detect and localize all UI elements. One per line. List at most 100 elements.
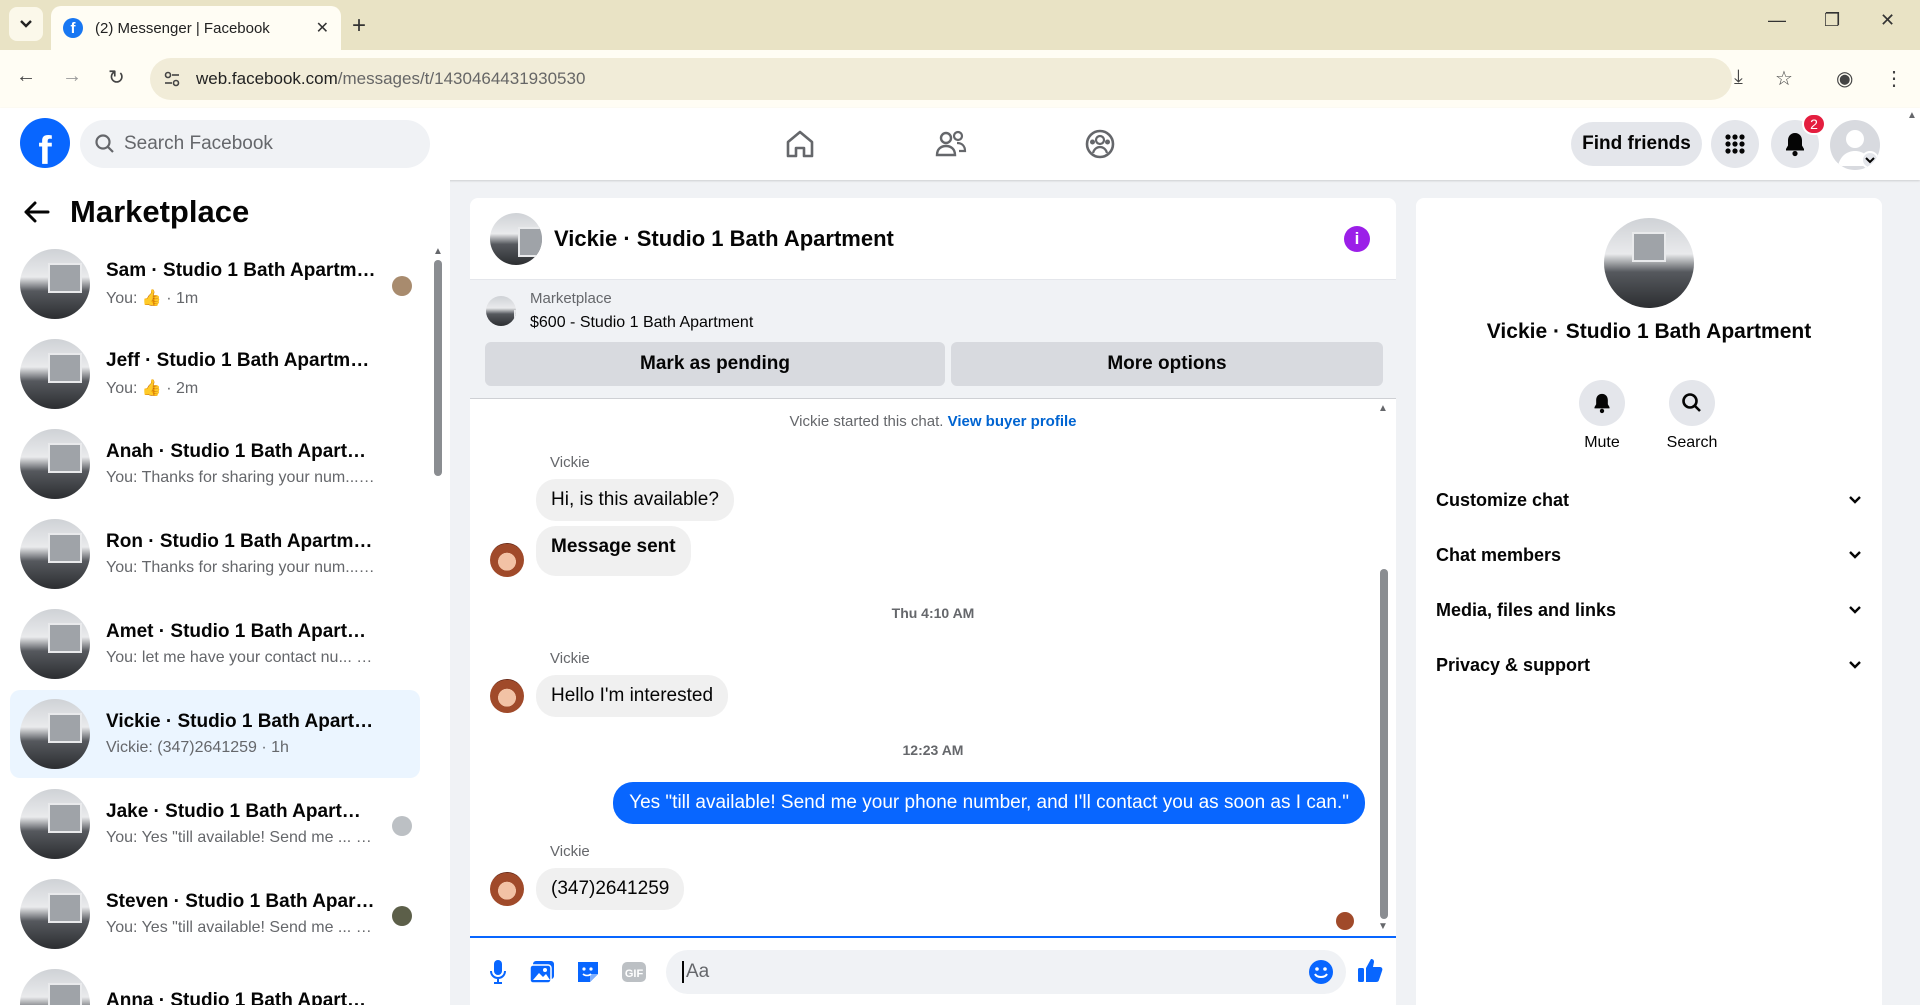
sticker-icon[interactable] (574, 958, 602, 986)
sidebar-header: Marketplace (24, 194, 249, 230)
mute-bell-icon[interactable] (1579, 380, 1625, 426)
find-friends-button[interactable]: Find friends (1571, 122, 1702, 166)
section-label: Privacy & support (1436, 654, 1591, 675)
search-icon[interactable] (1669, 380, 1715, 426)
mark-as-pending-button[interactable]: Mark as pending (485, 342, 945, 386)
listing-thumbnail (20, 339, 90, 409)
new-tab-button[interactable]: + (352, 12, 366, 40)
reload-icon[interactable]: ↻ (108, 65, 125, 90)
conversation-item[interactable]: Anna · Studio 1 Bath Apartment (10, 960, 420, 1005)
details-title: Vickie · Studio 1 Bath Apartment (1486, 320, 1812, 343)
mute-action[interactable]: Mute (1562, 380, 1642, 452)
info-icon[interactable]: i (1344, 226, 1370, 252)
restore-icon[interactable]: ❐ (1824, 10, 1840, 31)
minimize-icon[interactable]: — (1768, 10, 1786, 31)
conversation-item[interactable]: Amet · Studio 1 Bath Apartment You: let m… (10, 600, 420, 688)
listing-thumbnail (20, 429, 90, 499)
browser-tab-strip: f (2) Messenger | Facebook ✕ + — ❐ ✕ (0, 0, 1920, 50)
marketplace-label: Marketplace (530, 290, 612, 307)
section-customize-chat[interactable]: Customize chat (1436, 478, 1862, 522)
listing-thumbnail (20, 789, 90, 859)
friends-nav-icon[interactable] (929, 124, 973, 164)
timestamp: 12:23 AM (902, 742, 964, 758)
chat-scroll-thumb[interactable] (1380, 569, 1388, 919)
browser-profile-icon[interactable]: ◉ (1836, 66, 1853, 91)
search-action[interactable]: Search (1652, 380, 1732, 452)
conversation-name: Jeff · Studio 1 Bath Apartment (106, 350, 376, 371)
message-bubble-in[interactable]: Hello I'm interested (536, 675, 729, 717)
scroll-up-icon[interactable]: ▲ (1907, 110, 1917, 121)
message-input[interactable]: Aa (666, 950, 1346, 994)
gif-icon[interactable]: GIF (620, 958, 648, 986)
sender-avatar[interactable] (490, 679, 524, 713)
groups-nav-icon[interactable] (1078, 124, 1122, 164)
conversation-item[interactable]: Anah · Studio 1 Bath Apartment You: Thank… (10, 420, 420, 508)
sender-avatar[interactable] (490, 872, 524, 906)
back-icon[interactable]: ← (16, 65, 36, 88)
site-info-icon[interactable] (163, 70, 181, 88)
chat-details-panel: Vickie · Studio 1 Bath Apartment Mute Se… (1416, 198, 1882, 1005)
back-arrow-icon[interactable] (24, 201, 50, 223)
chat-scrollbar[interactable]: ▲ ▼ (1378, 403, 1390, 932)
conversation-item[interactable]: Jeff · Studio 1 Bath Apartment You: 👍 · 2… (10, 330, 420, 418)
home-nav-icon[interactable] (778, 124, 822, 164)
listing-thumbnail (20, 879, 90, 949)
read-receipt-avatar (1336, 912, 1354, 930)
facebook-favicon-icon: f (63, 18, 83, 38)
search-facebook-input[interactable]: Search Facebook (80, 120, 430, 168)
sidebar-scrollbar[interactable]: ▲ (433, 246, 443, 1005)
facebook-logo-icon[interactable]: f (20, 118, 70, 168)
details-listing-avatar[interactable] (1604, 218, 1694, 308)
chat-listing-thumbnail[interactable] (490, 212, 542, 265)
like-thumbs-up-icon[interactable] (1356, 956, 1384, 984)
emoji-icon[interactable] (1308, 959, 1334, 985)
profile-avatar[interactable] (1830, 120, 1880, 170)
listing-title[interactable]: $600 - Studio 1 Bath Apartment (530, 314, 753, 332)
listing-thumbnail (20, 609, 90, 679)
page-scrollbar[interactable]: ▲ (1904, 108, 1920, 1005)
conversation-name: Anah · Studio 1 Bath Apartment (106, 441, 376, 462)
conversation-item-active[interactable]: Vickie · Studio 1 Bath Apartment Vickie: … (10, 690, 420, 778)
microphone-icon[interactable] (484, 958, 512, 986)
section-media-files-links[interactable]: Media, files and links (1436, 588, 1862, 632)
scroll-down-icon[interactable]: ▼ (1378, 921, 1388, 932)
notification-count-badge: 2 (1802, 113, 1826, 135)
section-label: Media, files and links (1436, 599, 1617, 620)
conversation-name: Ron · Studio 1 Bath Apartment (106, 531, 376, 552)
conversation-item[interactable]: Steven · Studio 1 Bath Apartm... You: Yes… (10, 870, 420, 958)
bookmark-star-icon[interactable]: ☆ (1775, 66, 1793, 91)
sidebar-title: Marketplace (70, 194, 250, 229)
scroll-up-icon[interactable]: ▲ (433, 246, 443, 257)
conversation-name: Vickie · Studio 1 Bath Apartment (106, 711, 376, 732)
browser-tab-active[interactable]: f (2) Messenger | Facebook ✕ (51, 6, 341, 50)
timestamp: Thu 4:10 AM (891, 605, 975, 621)
install-app-icon[interactable]: ⤓ (1734, 66, 1743, 89)
forward-icon[interactable]: → (62, 65, 82, 88)
chevron-down-icon (1849, 661, 1861, 669)
message-bubble-in[interactable]: Message sent (536, 526, 691, 576)
more-options-button[interactable]: More options (951, 342, 1383, 386)
sender-avatar[interactable] (490, 543, 524, 577)
scroll-up-icon[interactable]: ▲ (1378, 403, 1388, 414)
section-chat-members[interactable]: Chat members (1436, 533, 1862, 577)
view-buyer-profile-link[interactable]: View buyer profile (948, 413, 1077, 430)
browser-menu-icon[interactable]: ⋮ (1884, 66, 1904, 91)
photo-icon[interactable] (528, 958, 556, 986)
close-tab-icon[interactable]: ✕ (316, 18, 329, 38)
conversation-item[interactable]: Sam · Studio 1 Bath Apartment You: 👍 · 1m (10, 240, 420, 328)
message-bubble-in[interactable]: Hi, is this available? (536, 479, 734, 521)
section-privacy-support[interactable]: Privacy & support (1436, 643, 1862, 687)
conversation-item[interactable]: Ron · Studio 1 Bath Apartment You: Thanks… (10, 510, 420, 598)
sidebar-scroll-thumb[interactable] (434, 260, 442, 476)
message-bubble-in[interactable]: (347)2641259 (536, 868, 685, 910)
message-bubble-out[interactable]: Yes "till available! Send me your phone … (613, 782, 1365, 824)
chat-title[interactable]: Vickie · Studio 1 Bath Apartment (554, 226, 894, 252)
close-window-icon[interactable]: ✕ (1880, 10, 1895, 31)
menu-grid-icon[interactable] (1711, 120, 1759, 168)
tab-list-button[interactable] (9, 7, 43, 41)
url-path: /messages/t/1430464431930530 (337, 69, 586, 88)
section-label: Customize chat (1436, 489, 1570, 510)
mute-label: Mute (1584, 434, 1620, 451)
url-input[interactable]: web.facebook.com/messages/t/143046443193… (150, 58, 1732, 100)
conversation-item[interactable]: Jake · Studio 1 Bath Apartment You: Yes "… (10, 780, 420, 868)
